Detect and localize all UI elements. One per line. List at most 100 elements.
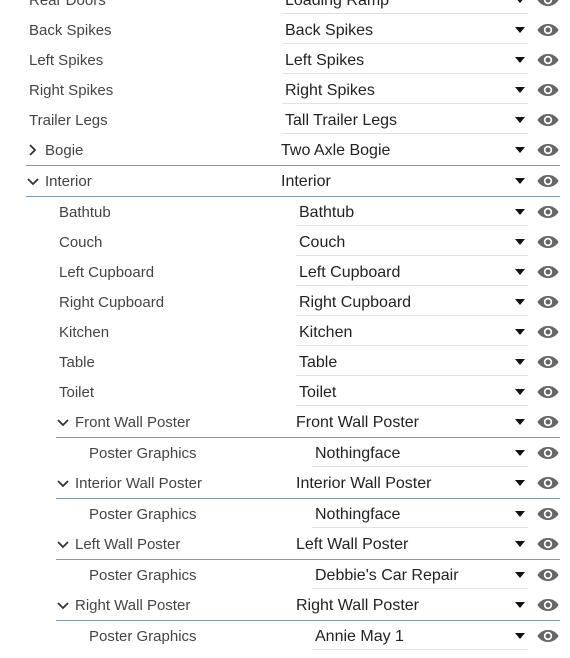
dropdown-arrow-icon[interactable] bbox=[515, 147, 525, 153]
select-value: Two Axle Bogie bbox=[281, 142, 391, 159]
property-select[interactable]: Two Axle Bogie bbox=[278, 135, 528, 165]
dropdown-arrow-icon[interactable] bbox=[515, 389, 525, 395]
property-select[interactable]: Left Wall Poster bbox=[293, 529, 528, 559]
dropdown-arrow-icon[interactable] bbox=[515, 329, 525, 335]
dropdown-arrow-icon[interactable] bbox=[515, 511, 525, 517]
eye-icon[interactable] bbox=[536, 292, 560, 312]
dropdown-arrow-icon[interactable] bbox=[515, 299, 525, 305]
select-underline bbox=[296, 345, 528, 346]
eye-icon[interactable] bbox=[536, 171, 560, 191]
eye-icon[interactable] bbox=[536, 473, 560, 493]
property-label: Right Wall Poster bbox=[75, 597, 191, 614]
property-select[interactable]: Toilet bbox=[296, 377, 528, 407]
property-select[interactable]: Annie May 1 bbox=[312, 621, 528, 651]
chevron-down-icon[interactable] bbox=[56, 475, 70, 491]
select-underline bbox=[296, 285, 528, 286]
chevron-down-icon[interactable] bbox=[56, 414, 70, 430]
chevron-down-icon[interactable] bbox=[56, 536, 70, 552]
property-label: Toilet bbox=[59, 384, 95, 401]
eye-icon[interactable] bbox=[536, 110, 560, 130]
dropdown-arrow-icon[interactable] bbox=[515, 0, 525, 3]
dropdown-arrow-icon[interactable] bbox=[515, 87, 525, 93]
eye-icon[interactable] bbox=[536, 322, 560, 342]
property-select[interactable]: Debbie's Car Repair bbox=[312, 560, 528, 590]
property-label: Back Spikes bbox=[29, 22, 112, 39]
property-select[interactable]: Tall Trailer Legs bbox=[282, 105, 528, 135]
tree-item-row: Couch Couch bbox=[0, 227, 570, 257]
select-value: Bathtub bbox=[299, 204, 355, 221]
dropdown-arrow-icon[interactable] bbox=[515, 269, 525, 275]
eye-icon[interactable] bbox=[536, 352, 560, 372]
property-select[interactable]: Bathtub bbox=[296, 197, 528, 227]
select-value: Nothingface bbox=[315, 445, 401, 462]
eye-icon[interactable] bbox=[536, 565, 560, 585]
eye-icon[interactable] bbox=[536, 80, 560, 100]
eye-icon[interactable] bbox=[536, 382, 560, 402]
eye-icon[interactable] bbox=[536, 232, 560, 252]
dropdown-arrow-icon[interactable] bbox=[515, 602, 525, 608]
select-value: Nothingface bbox=[315, 506, 401, 523]
select-underline bbox=[312, 649, 528, 650]
property-select[interactable]: Left Spikes bbox=[282, 45, 528, 75]
property-select[interactable]: Right Cupboard bbox=[296, 287, 528, 317]
tree-item-row: Toilet Toilet bbox=[0, 377, 570, 407]
dropdown-arrow-icon[interactable] bbox=[515, 209, 525, 215]
select-value: Table bbox=[299, 354, 338, 371]
dropdown-arrow-icon[interactable] bbox=[515, 572, 525, 578]
dropdown-arrow-icon[interactable] bbox=[515, 541, 525, 547]
dropdown-arrow-icon[interactable] bbox=[515, 27, 525, 33]
select-underline bbox=[296, 225, 528, 226]
property-label: Interior Wall Poster bbox=[75, 475, 202, 492]
eye-icon[interactable] bbox=[536, 262, 560, 282]
property-select[interactable]: Nothingface bbox=[312, 438, 528, 468]
select-underline bbox=[296, 375, 528, 376]
property-select[interactable]: Right Spikes bbox=[282, 75, 528, 105]
property-select[interactable]: Interior Wall Poster bbox=[293, 468, 528, 498]
select-value: Interior Wall Poster bbox=[296, 475, 432, 492]
property-select[interactable]: Right Wall Poster bbox=[293, 590, 528, 620]
property-select[interactable]: Table bbox=[296, 347, 528, 377]
eye-icon[interactable] bbox=[536, 534, 560, 554]
dropdown-arrow-icon[interactable] bbox=[515, 419, 525, 425]
dropdown-arrow-icon[interactable] bbox=[515, 57, 525, 63]
property-select[interactable]: Loading Ramp bbox=[282, 0, 528, 15]
eye-icon[interactable] bbox=[536, 626, 560, 646]
select-underline bbox=[312, 588, 528, 589]
eye-icon[interactable] bbox=[536, 20, 560, 40]
eye-icon[interactable] bbox=[536, 140, 560, 160]
property-select[interactable]: Interior bbox=[278, 166, 528, 196]
select-underline bbox=[296, 255, 528, 256]
dropdown-arrow-icon[interactable] bbox=[515, 450, 525, 456]
eye-icon[interactable] bbox=[536, 50, 560, 70]
property-label: Bogie bbox=[45, 142, 84, 159]
select-value: Left Spikes bbox=[285, 52, 365, 69]
chevron-down-icon[interactable] bbox=[56, 597, 70, 613]
eye-icon[interactable] bbox=[536, 412, 560, 432]
eye-icon[interactable] bbox=[536, 504, 560, 524]
dropdown-arrow-icon[interactable] bbox=[515, 480, 525, 486]
select-value: Right Spikes bbox=[285, 82, 375, 99]
eye-icon[interactable] bbox=[536, 595, 560, 615]
property-select[interactable]: Couch bbox=[296, 227, 528, 257]
chevron-right-icon[interactable] bbox=[26, 142, 40, 158]
select-value: Toilet bbox=[299, 384, 337, 401]
property-select[interactable]: Back Spikes bbox=[282, 15, 528, 45]
property-label: Poster Graphics bbox=[89, 506, 197, 523]
dropdown-arrow-icon[interactable] bbox=[515, 178, 525, 184]
chevron-down-icon[interactable] bbox=[26, 173, 40, 189]
eye-icon[interactable] bbox=[536, 0, 560, 10]
dropdown-arrow-icon[interactable] bbox=[515, 239, 525, 245]
eye-icon[interactable] bbox=[536, 202, 560, 222]
dropdown-arrow-icon[interactable] bbox=[515, 359, 525, 365]
property-select[interactable]: Kitchen bbox=[296, 317, 528, 347]
property-select[interactable]: Left Cupboard bbox=[296, 257, 528, 287]
tree-group-row: Interior Wall Poster Interior Wall Poster bbox=[0, 468, 570, 499]
tree-group-row: Right Wall Poster Right Wall Poster bbox=[0, 590, 570, 621]
property-label: Left Spikes bbox=[29, 52, 104, 69]
property-label: Interior bbox=[45, 173, 92, 190]
eye-icon[interactable] bbox=[536, 443, 560, 463]
property-select[interactable]: Front Wall Poster bbox=[293, 407, 528, 437]
dropdown-arrow-icon[interactable] bbox=[515, 633, 525, 639]
property-select[interactable]: Nothingface bbox=[312, 499, 528, 529]
dropdown-arrow-icon[interactable] bbox=[515, 117, 525, 123]
